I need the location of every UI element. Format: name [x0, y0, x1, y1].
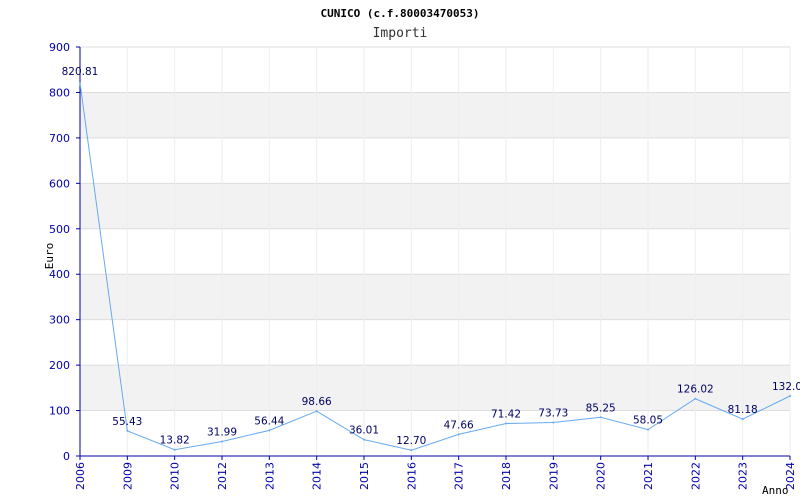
x-tick-labels: 2006 2009 2010 2012 2013 2014 2015 2016 2017 2018… — [74, 456, 797, 490]
x-tick-label: 2017 — [453, 462, 466, 490]
data-label: 85.25 — [586, 402, 616, 414]
data-point — [315, 410, 318, 413]
data-label: 13.82 — [160, 435, 190, 447]
x-tick-label: 2021 — [642, 462, 655, 490]
x-tick-label: 2012 — [216, 462, 229, 490]
data-label: 31.99 — [207, 426, 237, 438]
y-axis-label: Euro — [43, 243, 56, 270]
y-tick-label: 600 — [49, 177, 70, 190]
data-point — [599, 416, 602, 419]
y-tick-label: 0 — [63, 450, 70, 463]
data-point — [363, 438, 365, 441]
data-label: 132.02 — [772, 381, 800, 393]
data-label: 73.73 — [538, 407, 568, 419]
data-point — [221, 440, 223, 443]
data-label: 126.02 — [677, 384, 714, 396]
x-tick-label: 2009 — [121, 462, 134, 490]
data-point — [505, 422, 507, 425]
y-tick-label: 900 — [49, 41, 70, 54]
data-label: 56.44 — [254, 415, 284, 427]
y-tick-label: 200 — [49, 359, 70, 372]
data-point — [268, 429, 271, 432]
y-tick-label: 400 — [49, 268, 70, 281]
y-tick-label: 800 — [49, 86, 70, 99]
data-label: 98.66 — [302, 396, 332, 408]
data-point — [552, 421, 555, 424]
data-point — [741, 418, 744, 421]
grid-band — [80, 92, 790, 138]
grid-band — [80, 183, 790, 229]
x-tick-label: 2018 — [500, 462, 513, 490]
x-tick-label: 2020 — [595, 462, 608, 490]
x-tick-label: 2015 — [358, 462, 371, 490]
data-label: 12.70 — [396, 435, 426, 447]
data-label: 55.43 — [112, 416, 142, 428]
background-bands — [80, 92, 790, 411]
data-point — [647, 428, 649, 431]
x-tick-label: 2013 — [263, 462, 276, 490]
x-tick-label: 2022 — [689, 462, 702, 490]
data-point — [173, 448, 176, 451]
grid-band — [80, 274, 790, 320]
data-point — [410, 449, 413, 452]
x-tick-label: 2019 — [547, 462, 560, 490]
data-point — [79, 81, 81, 84]
data-point — [126, 429, 129, 432]
x-tick-label: 2023 — [737, 462, 750, 490]
x-tick-label: 2024 — [784, 462, 797, 490]
y-tick-label: 300 — [49, 314, 70, 327]
data-point — [694, 397, 697, 400]
chart-title: CUNICO (c.f.80003470053) — [321, 7, 480, 20]
y-tick-label: 500 — [49, 223, 70, 236]
x-tick-label: 2016 — [405, 462, 418, 490]
data-point — [789, 395, 791, 398]
chart-subtitle: Importi — [373, 26, 428, 41]
y-tick-label: 100 — [49, 405, 70, 418]
data-point — [457, 433, 460, 436]
x-tick-label: 2010 — [169, 462, 182, 490]
data-label: 58.05 — [633, 415, 663, 427]
data-label: 47.66 — [444, 419, 474, 431]
line-chart: CUNICO (c.f.80003470053) Importi Euro An… — [43, 7, 800, 497]
y-tick-label: 700 — [49, 132, 70, 145]
data-label: 71.42 — [491, 409, 521, 421]
data-label: 81.18 — [728, 404, 758, 416]
data-label: 820.81 — [62, 66, 99, 78]
data-label: 36.01 — [349, 425, 379, 437]
x-tick-label: 2014 — [311, 462, 324, 490]
x-tick-label: 2006 — [74, 462, 87, 490]
